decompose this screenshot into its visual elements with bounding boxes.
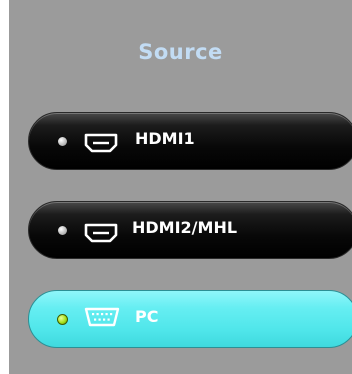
menu-title: Source	[138, 40, 223, 64]
source-button-hdmi2-mhl[interactable]: HDMI2/MHL	[28, 201, 352, 259]
status-indicator-icon	[57, 314, 68, 325]
source-label: HDMI2/MHL	[132, 218, 238, 237]
status-indicator-icon	[58, 226, 67, 235]
status-indicator-icon	[58, 137, 67, 146]
hdmi-port-icon	[84, 223, 118, 243]
hdmi-port-icon	[84, 133, 118, 153]
source-button-pc[interactable]: PC	[28, 290, 352, 348]
source-menu-panel: Source HDMI1 HDMI2/MHL PC	[9, 0, 352, 374]
source-button-hdmi1[interactable]: HDMI1	[28, 112, 352, 170]
source-label: PC	[135, 307, 159, 326]
source-label: HDMI1	[135, 129, 195, 148]
vga-port-icon	[84, 307, 120, 327]
